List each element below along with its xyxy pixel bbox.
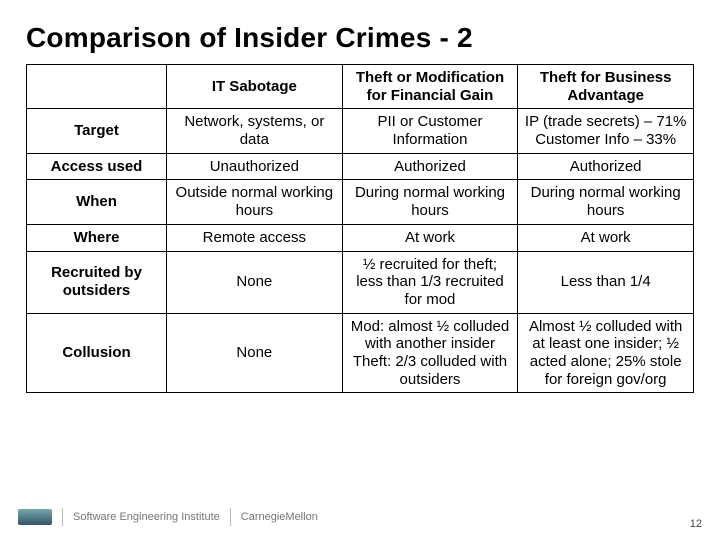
- footer: Software Engineering Institute CarnegieM…: [0, 504, 720, 530]
- cell: Authorized: [342, 153, 518, 180]
- divider: [62, 508, 63, 526]
- divider: [230, 508, 231, 526]
- cell: IP (trade secrets) – 71% Customer Info –…: [518, 109, 694, 153]
- page-title: Comparison of Insider Crimes - 2: [26, 22, 694, 54]
- footer-logos: Software Engineering Institute CarnegieM…: [18, 508, 318, 526]
- page-number: 12: [690, 518, 702, 530]
- slide: Comparison of Insider Crimes - 2 IT Sabo…: [0, 0, 720, 540]
- table-row: Collusion None Mod: almost ½ colluded wi…: [27, 313, 694, 393]
- cell: None: [167, 251, 343, 313]
- cell: Unauthorized: [167, 153, 343, 180]
- table-row: Where Remote access At work At work: [27, 224, 694, 251]
- cert-logo-icon: [18, 509, 52, 525]
- row-label: Target: [27, 109, 167, 153]
- cell: Remote access: [167, 224, 343, 251]
- footer-org2: CarnegieMellon: [241, 511, 318, 523]
- row-label: Access used: [27, 153, 167, 180]
- cell: Less than 1/4: [518, 251, 694, 313]
- cell: Outside normal working hours: [167, 180, 343, 224]
- table-row: When Outside normal working hours During…: [27, 180, 694, 224]
- table-header-row: IT Sabotage Theft or Modification for Fi…: [27, 65, 694, 109]
- row-label: Recruited by outsiders: [27, 251, 167, 313]
- comparison-table: IT Sabotage Theft or Modification for Fi…: [26, 64, 694, 393]
- cell: None: [167, 313, 343, 393]
- cell: At work: [518, 224, 694, 251]
- table-row: Access used Unauthorized Authorized Auth…: [27, 153, 694, 180]
- col-header: Theft for Business Advantage: [518, 65, 694, 109]
- table-corner: [27, 65, 167, 109]
- cell: Authorized: [518, 153, 694, 180]
- col-header: IT Sabotage: [167, 65, 343, 109]
- cell: During normal working hours: [342, 180, 518, 224]
- cell: During normal working hours: [518, 180, 694, 224]
- cell: Network, systems, or data: [167, 109, 343, 153]
- cell: Almost ½ colluded with at least one insi…: [518, 313, 694, 393]
- row-label: Where: [27, 224, 167, 251]
- row-label: When: [27, 180, 167, 224]
- row-label: Collusion: [27, 313, 167, 393]
- footer-org1: Software Engineering Institute: [73, 511, 220, 523]
- table-row: Recruited by outsiders None ½ recruited …: [27, 251, 694, 313]
- table-row: Target Network, systems, or data PII or …: [27, 109, 694, 153]
- col-header: Theft or Modification for Financial Gain: [342, 65, 518, 109]
- cell: At work: [342, 224, 518, 251]
- cell: ½ recruited for theft; less than 1/3 rec…: [342, 251, 518, 313]
- cell: Mod: almost ½ colluded with another insi…: [342, 313, 518, 393]
- cell: PII or Customer Information: [342, 109, 518, 153]
